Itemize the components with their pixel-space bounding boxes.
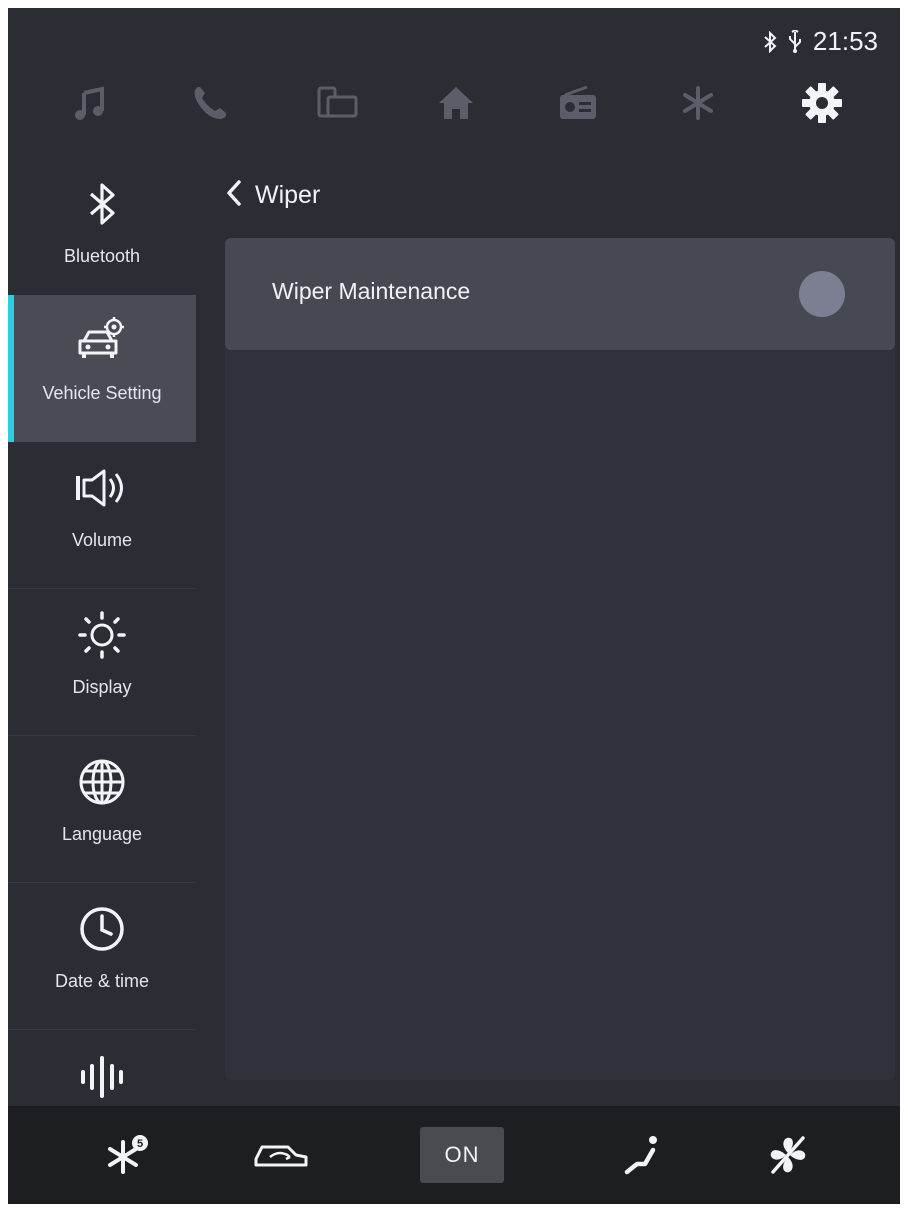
ac-level-badge: 5 bbox=[137, 1138, 143, 1150]
ac-level-button[interactable]: 5 bbox=[100, 1106, 156, 1204]
bluetooth-status-icon bbox=[763, 30, 777, 53]
seat-airflow-button[interactable] bbox=[614, 1106, 670, 1204]
main-content: Wiper Wiper Maintenance bbox=[225, 168, 895, 1080]
setting-label: Wiper Maintenance bbox=[272, 278, 471, 304]
setting-row-wiper-maintenance[interactable]: Wiper Maintenance bbox=[225, 238, 895, 350]
settings-panel: Wiper Maintenance bbox=[225, 238, 895, 1080]
seat-airflow-icon bbox=[624, 1136, 657, 1175]
brightness-icon bbox=[8, 611, 196, 659]
sidebar-item-date-time[interactable]: Date & time bbox=[8, 883, 196, 1030]
phone-icon[interactable] bbox=[170, 68, 250, 138]
status-bar: 21:53 bbox=[763, 26, 878, 57]
page-title: Wiper bbox=[255, 181, 321, 209]
bottom-climate-bar: 5 ON bbox=[8, 1106, 900, 1204]
fan-off-icon bbox=[770, 1136, 806, 1174]
sidebar-item-label: Vehicle Setting bbox=[42, 383, 162, 403]
toggle-knob bbox=[799, 271, 845, 317]
sidebar-item-label: Volume bbox=[71, 530, 133, 550]
gear-icon[interactable] bbox=[782, 68, 862, 138]
sidebar-item-bluetooth[interactable]: Bluetooth bbox=[8, 158, 196, 305]
ac-level-icon: 5 bbox=[108, 1135, 148, 1174]
air-recirculation-icon bbox=[254, 1145, 308, 1167]
sidebar-item-label: Date & time bbox=[54, 971, 150, 991]
sidebar-item-label: Bluetooth bbox=[63, 246, 141, 266]
settings-sidebar: Bluetooth Vehicle Setting Volume Display bbox=[8, 158, 196, 1106]
ac-on-label: ON bbox=[444, 1142, 480, 1167]
home-icon[interactable] bbox=[416, 68, 496, 138]
globe-icon bbox=[8, 758, 196, 806]
sidebar-item-display[interactable]: Display bbox=[8, 589, 196, 736]
fan-off-button[interactable] bbox=[760, 1106, 816, 1204]
sidebar-item-label: Language bbox=[61, 824, 143, 844]
snowflake-icon[interactable] bbox=[658, 68, 738, 138]
usb-status-icon bbox=[787, 29, 803, 54]
music-icon[interactable] bbox=[50, 68, 130, 138]
air-recirculation-button[interactable] bbox=[246, 1106, 316, 1204]
bluetooth-icon bbox=[8, 180, 196, 228]
volume-icon bbox=[8, 464, 196, 512]
sound-wave-icon bbox=[8, 1052, 196, 1100]
ac-on-button[interactable]: ON bbox=[420, 1106, 504, 1204]
top-app-nav bbox=[8, 68, 900, 138]
clock-time: 21:53 bbox=[812, 26, 878, 56]
sidebar-item-label: Display bbox=[72, 677, 132, 697]
clock-icon bbox=[8, 905, 196, 953]
vehicle-setting-icon bbox=[8, 317, 196, 365]
chevron-left-icon bbox=[225, 178, 243, 213]
radio-icon[interactable] bbox=[538, 68, 618, 138]
back-button[interactable]: Wiper bbox=[225, 178, 320, 213]
wiper-maintenance-toggle[interactable] bbox=[771, 268, 859, 320]
sidebar-item-language[interactable]: Language bbox=[8, 736, 196, 883]
mirror-screen-icon[interactable] bbox=[298, 68, 378, 138]
car-infotainment-screen: 21:53 Bluetooth Vehicle Setting Volume D… bbox=[8, 8, 900, 1204]
sidebar-item-vehicle-setting[interactable]: Vehicle Setting bbox=[8, 295, 196, 442]
sidebar-item-sound[interactable] bbox=[8, 1030, 196, 1106]
sidebar-item-volume[interactable]: Volume bbox=[8, 442, 196, 589]
